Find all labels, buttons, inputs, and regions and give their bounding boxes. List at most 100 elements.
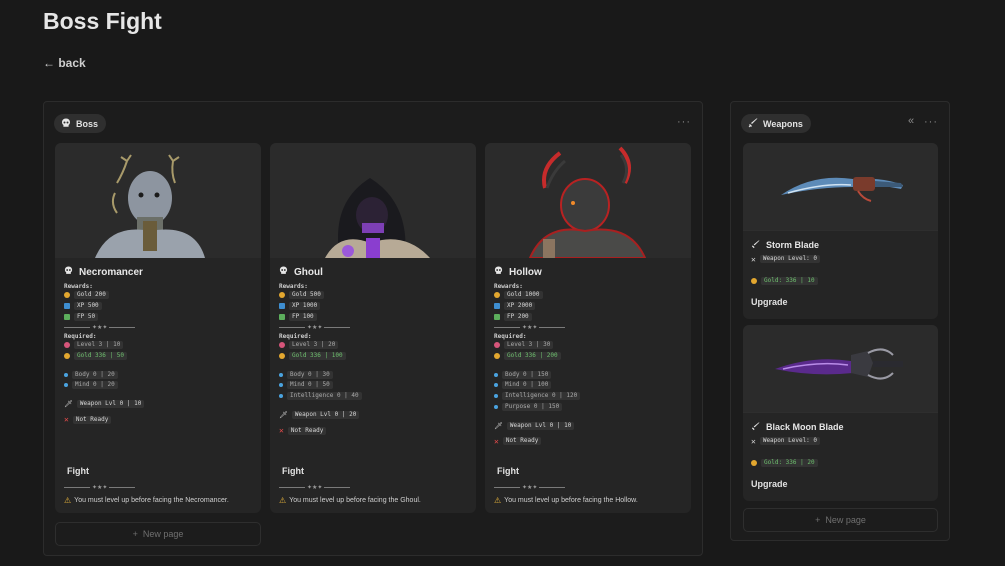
required-weapon: Weapon Lvl 0 | 10: [76, 400, 145, 409]
weapons-board: Weapons « ··· Storm Blade ✕ Weapon Level:…: [730, 101, 950, 541]
boss-card-hollow[interactable]: Hollow Rewards: Gold 1000 XP 2000 FP 200…: [485, 143, 691, 513]
black-moon-blade-image: [743, 325, 938, 412]
weapons-board-label[interactable]: Weapons: [741, 114, 811, 133]
gold-coin-icon: [494, 353, 500, 360]
boss-board-label[interactable]: Boss: [54, 114, 107, 133]
gold-coin-icon: [64, 292, 70, 299]
warning-text: You must level up before facing the Necr…: [74, 497, 229, 504]
sword-icon: 🗡: [64, 400, 73, 409]
boss-name: Necromancer: [79, 266, 143, 278]
stat-icon: [494, 404, 498, 409]
divider: ✦★✦: [494, 323, 683, 332]
back-link[interactable]: ← back: [43, 56, 86, 70]
warning-icon: ⚠: [494, 496, 502, 505]
fp-icon: [64, 313, 70, 320]
boss-board-menu-button[interactable]: ···: [677, 116, 691, 128]
page-title: Boss Fight: [43, 8, 162, 34]
gold-coin-icon: [64, 353, 70, 360]
required-gold: Gold 336 | 100: [289, 352, 346, 361]
collapse-icon[interactable]: «: [908, 115, 914, 127]
status-badge: Not Ready: [287, 426, 327, 435]
required-level: Level 3 | 30: [504, 341, 554, 350]
boss-card-necromancer[interactable]: Necromancer Rewards: Gold 200 XP 500 FP …: [55, 143, 261, 513]
warning-text: You must level up before facing the Ghou…: [289, 497, 421, 504]
required-gold: Gold 336 | 200: [504, 352, 561, 361]
rewards-label: Rewards:: [279, 283, 308, 290]
stat-icon: [64, 372, 68, 377]
level-icon: [279, 342, 285, 349]
weapons-board-menu-button[interactable]: ···: [924, 116, 938, 128]
x-mark-icon: ✕: [279, 426, 284, 436]
sword-icon: [751, 421, 760, 433]
ghoul-image: [270, 143, 476, 258]
reward-fp: FP 100: [289, 312, 317, 321]
upgrade-cost: Gold: 336 | 10: [761, 277, 818, 285]
boss-board: Boss ··· Necromancer Rewards: Gold 200 X…: [43, 101, 703, 556]
required-stat: Body 0 | 30: [287, 370, 333, 379]
fight-button[interactable]: Fight: [278, 463, 308, 479]
stat-icon: [279, 383, 283, 388]
upgrade-button[interactable]: Upgrade: [748, 477, 791, 491]
warning-text: You must level up before facing the Holl…: [504, 497, 638, 504]
boss-new-page-button[interactable]: + New page: [55, 522, 261, 546]
fight-button[interactable]: Fight: [63, 463, 93, 479]
level-icon: [494, 342, 500, 349]
reward-xp: XP 500: [74, 302, 102, 311]
fight-button[interactable]: Fight: [493, 463, 523, 479]
required-stat: Mind 0 | 100: [502, 381, 552, 390]
crossed-swords-icon: ✕: [751, 436, 756, 446]
level-icon: [64, 342, 70, 349]
reward-fp: FP 50: [74, 312, 99, 321]
divider: ✦★✦: [64, 483, 136, 492]
sword-icon: 🗡: [279, 410, 288, 419]
sword-icon: [751, 239, 760, 251]
weapon-name: Black Moon Blade: [766, 422, 844, 432]
plus-icon: +: [815, 515, 821, 525]
boss-card-ghoul[interactable]: Ghoul Rewards: Gold 500 XP 1000 FP 100 ✦…: [270, 143, 476, 513]
weapon-card-storm-blade[interactable]: Storm Blade ✕ Weapon Level: 0 Gold: 336 |…: [743, 143, 938, 319]
fp-icon: [279, 313, 285, 320]
boss-name: Ghoul: [294, 266, 323, 278]
stat-icon: [494, 383, 498, 388]
stat-icon: [494, 372, 498, 377]
required-label: Required:: [279, 333, 312, 341]
weapon-card-black-moon-blade[interactable]: Black Moon Blade ✕ Weapon Level: 0 Gold: …: [743, 325, 938, 501]
required-weapon: Weapon Lvl 0 | 20: [291, 410, 360, 419]
divider: ✦★✦: [494, 483, 566, 492]
weapon-level: Weapon Level: 0: [759, 437, 821, 445]
upgrade-button[interactable]: Upgrade: [748, 295, 791, 309]
plus-icon: +: [132, 529, 138, 539]
warning-icon: ⚠: [279, 496, 287, 505]
weapons-new-page-button[interactable]: + New page: [743, 508, 938, 532]
rewards-label: Rewards:: [494, 283, 523, 290]
x-mark-icon: ✕: [494, 436, 499, 446]
rewards-label: Rewards:: [64, 283, 93, 290]
required-label: Required:: [494, 333, 527, 341]
necromancer-image: [55, 143, 261, 258]
xp-icon: [494, 303, 500, 310]
crossed-swords-icon: ✕: [751, 254, 756, 264]
required-stat: Purpose 0 | 150: [502, 402, 563, 411]
required-stat: Mind 0 | 20: [72, 381, 118, 390]
gold-coin-icon: [279, 292, 285, 299]
reward-xp: XP 1000: [289, 302, 321, 311]
stat-icon: [494, 394, 498, 399]
required-stat: Intelligence 0 | 120: [502, 392, 581, 401]
required-stat: Intelligence 0 | 40: [287, 392, 362, 401]
stat-icon: [64, 383, 68, 388]
fp-icon: [494, 313, 500, 320]
xp-icon: [279, 303, 285, 310]
reward-fp: FP 200: [504, 312, 532, 321]
upgrade-cost: Gold: 336 | 20: [761, 459, 818, 467]
sword-icon: [748, 118, 758, 130]
weapon-level: Weapon Level: 0: [759, 255, 821, 263]
status-badge: Not Ready: [502, 437, 542, 446]
divider: ✦★✦: [279, 323, 468, 332]
reward-xp: XP 2000: [504, 302, 536, 311]
divider: ✦★✦: [279, 483, 351, 492]
required-label: Required:: [64, 333, 97, 341]
weapon-name: Storm Blade: [766, 240, 820, 250]
sword-icon: 🗡: [494, 421, 503, 430]
x-mark-icon: ✕: [64, 415, 69, 425]
storm-blade-image: [743, 143, 938, 230]
